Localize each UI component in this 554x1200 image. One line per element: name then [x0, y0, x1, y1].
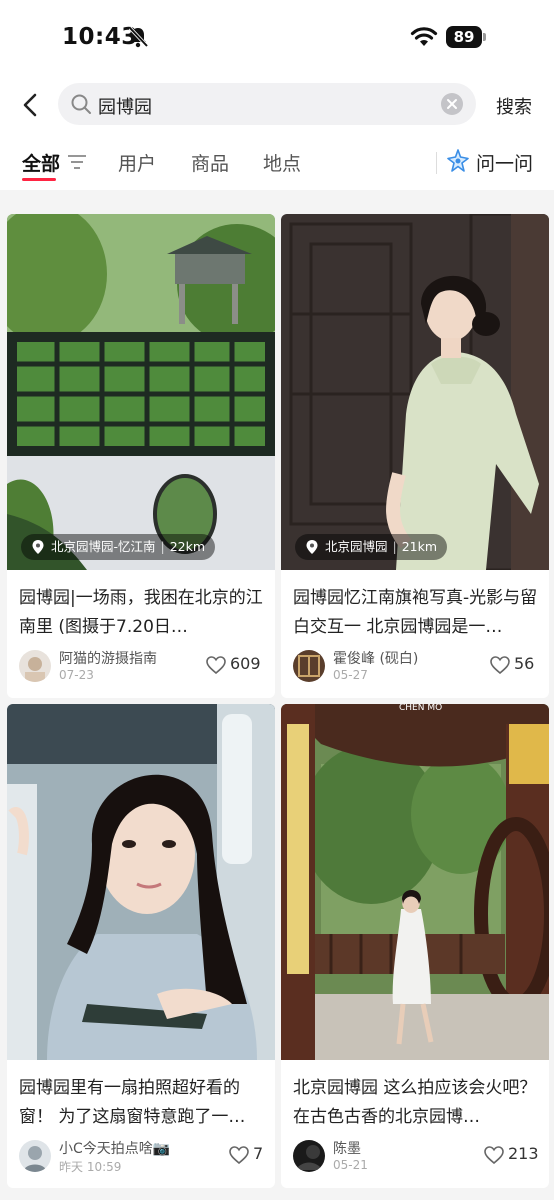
- tab-divider: [436, 152, 437, 174]
- note-card[interactable]: CHEN MO 北京园博园 这么拍应该会火吧？ 在古色古香的北京园博… 陈墨 0…: [281, 704, 549, 1188]
- note-card[interactable]: 北京园博园21km 园博园忆江南旗袍写真-光影与留白交互一 北京园博园是一… 霍…: [281, 214, 549, 698]
- note-image-cheongsam-portrait: [281, 214, 549, 570]
- tab-all[interactable]: 全部: [22, 149, 60, 176]
- author-name[interactable]: 阿猫的游摄指南: [59, 648, 157, 668]
- heart-icon[interactable]: [206, 656, 226, 674]
- location-name: 北京园博园: [325, 539, 388, 554]
- note-title: 园博园|一场雨，我困在北京的江南里 (图摄于7.20日…: [19, 588, 263, 637]
- avatar[interactable]: [19, 650, 51, 682]
- tab-active-underline: [22, 178, 56, 181]
- wifi-icon: [410, 27, 438, 46]
- post-date: 05-27: [333, 668, 368, 682]
- avatar[interactable]: [293, 1140, 325, 1172]
- author-name[interactable]: 小C今天拍点啥📷: [59, 1138, 170, 1158]
- tab-places[interactable]: 地点: [263, 149, 301, 176]
- avatar[interactable]: [19, 1140, 51, 1172]
- tab-users[interactable]: 用户: [118, 149, 156, 176]
- search-header: 园博园 搜索: [0, 74, 554, 138]
- battery-indicator: 89: [446, 26, 486, 48]
- like-count: 56: [514, 654, 535, 673]
- bell-muted-icon: [128, 26, 148, 48]
- heart-icon[interactable]: [229, 1146, 249, 1164]
- post-date: 昨天 10:59: [59, 1160, 122, 1174]
- location-name: 北京园博园-忆江南: [51, 539, 156, 554]
- note-image-window-portrait: [7, 704, 275, 1060]
- heart-icon[interactable]: [490, 656, 510, 674]
- note-title: 园博园里有一扇拍照超好看的窗！ 为了这扇窗特意跑了一…: [19, 1078, 246, 1127]
- ask-sparkle-icon[interactable]: [446, 149, 470, 173]
- search-button[interactable]: 搜索: [496, 93, 532, 119]
- like-count: 7: [253, 1144, 264, 1163]
- tab-products[interactable]: 商品: [191, 149, 229, 176]
- filter-icon[interactable]: [67, 154, 87, 170]
- post-date: 05-21: [333, 1158, 368, 1172]
- location-distance: 22km: [156, 539, 206, 554]
- ask-button[interactable]: 问一问: [476, 149, 533, 176]
- location-badge[interactable]: 北京园博园-忆江南22km: [21, 534, 216, 560]
- location-badge[interactable]: 北京园博园21km: [295, 534, 448, 560]
- note-card[interactable]: 北京园博园-忆江南22km 园博园|一场雨，我困在北京的江南里 (图摄于7.20…: [7, 214, 275, 698]
- like-count: 609: [230, 654, 261, 673]
- post-date: 07-23: [59, 668, 94, 682]
- location-pin-icon: [306, 540, 318, 554]
- author-name[interactable]: 霍俊峰 (砚白): [333, 648, 418, 668]
- search-input[interactable]: 园博园: [58, 83, 476, 125]
- note-card[interactable]: 园博园里有一扇拍照超好看的窗！ 为了这扇窗特意跑了一… 小C今天拍点啥📷 昨天 …: [7, 704, 275, 1188]
- search-query: 园博园: [98, 97, 152, 118]
- battery-level: 89: [446, 26, 482, 48]
- image-caption: CHEN MO: [399, 704, 442, 713]
- avatar[interactable]: [293, 650, 325, 682]
- status-bar: 10:43 89: [0, 0, 554, 74]
- like-count: 213: [508, 1144, 539, 1163]
- filter-tabs: 全部 用户 商品 地点 问一问: [0, 138, 554, 190]
- heart-icon[interactable]: [484, 1146, 504, 1164]
- note-image-garden-window: [7, 214, 275, 570]
- search-icon: [71, 94, 91, 114]
- location-pin-icon: [32, 540, 44, 554]
- location-distance: 21km: [388, 539, 438, 554]
- clear-icon[interactable]: [440, 92, 464, 116]
- status-time: 10:43: [62, 24, 138, 50]
- note-title: 园博园忆江南旗袍写真-光影与留白交互一 北京园博园是一…: [293, 588, 538, 637]
- author-name[interactable]: 陈墨: [333, 1138, 361, 1158]
- note-image-pavilion-portrait: CHEN MO: [281, 704, 549, 1060]
- note-title: 北京园博园 这么拍应该会火吧？ 在古色古香的北京园博…: [293, 1078, 537, 1127]
- back-arrow-icon[interactable]: [18, 90, 44, 120]
- battery-tip: [483, 33, 486, 41]
